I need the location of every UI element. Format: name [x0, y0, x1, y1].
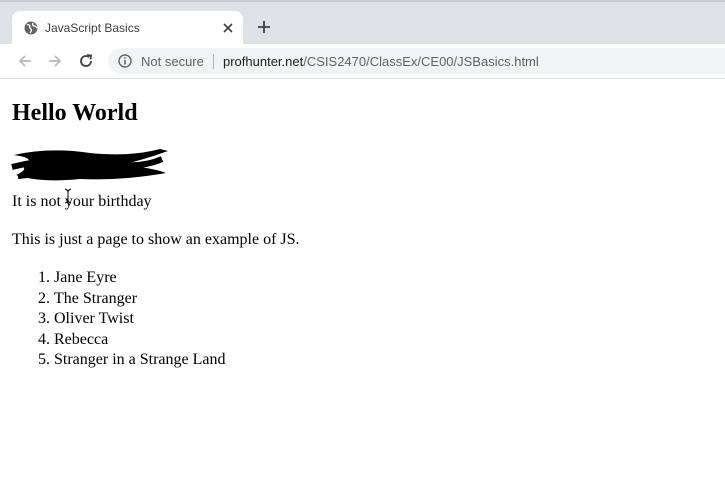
- list-item: Rebecca: [54, 330, 226, 351]
- plus-icon[interactable]: [256, 19, 272, 35]
- address-bar[interactable]: Not secure profhunter.net/CSIS2470/Class…: [108, 48, 725, 74]
- list-item: The Stranger: [54, 289, 226, 310]
- globe-icon: [24, 21, 38, 35]
- text-cursor-icon: [64, 188, 72, 204]
- list-item: Jane Eyre: [54, 268, 226, 289]
- url-separator: [213, 54, 214, 69]
- close-icon[interactable]: [221, 21, 235, 35]
- list-item: Stranger in a Strange Land: [54, 350, 226, 371]
- book-list: Jane Eyre The Stranger Oliver Twist Rebe…: [12, 268, 226, 371]
- browser-tab[interactable]: JavaScript Basics: [12, 11, 243, 46]
- reload-icon[interactable]: [77, 52, 95, 70]
- tab-title: JavaScript Basics: [45, 21, 140, 35]
- birthday-paragraph: It is not your birthday: [12, 193, 152, 210]
- page-content: Hello World It is not your birthday This…: [0, 79, 725, 498]
- page-heading: Hello World: [12, 100, 138, 126]
- browser-toolbar: Not secure profhunter.net/CSIS2470/Class…: [0, 44, 725, 79]
- url-host: profhunter.net: [223, 54, 304, 69]
- url-text[interactable]: profhunter.net/CSIS2470/ClassEx/CE00/JSB…: [223, 54, 539, 69]
- url-path: /CSIS2470/ClassEx/CE00/JSBasics.html: [303, 54, 539, 69]
- list-item: Oliver Twist: [54, 309, 226, 330]
- security-label[interactable]: Not secure: [141, 54, 204, 69]
- redaction-scribble: [11, 149, 168, 181]
- info-icon[interactable]: [118, 54, 132, 68]
- tab-strip: JavaScript Basics: [0, 0, 725, 46]
- back-arrow-icon[interactable]: [16, 52, 34, 70]
- forward-arrow-icon[interactable]: [46, 52, 64, 70]
- intro-paragraph: This is just a page to show an example o…: [12, 231, 300, 248]
